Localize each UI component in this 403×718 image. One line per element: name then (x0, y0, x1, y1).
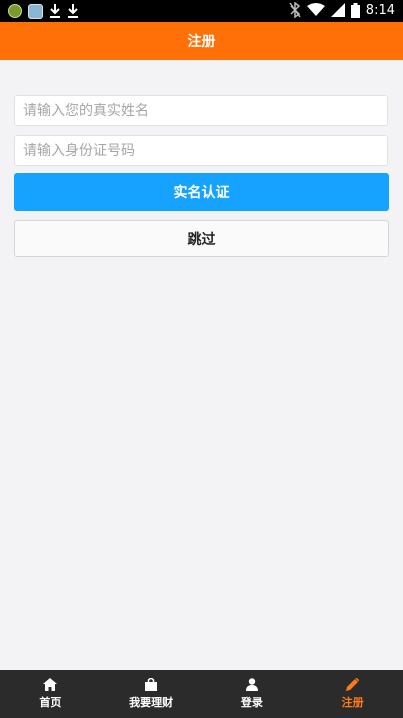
download-icon (67, 3, 79, 19)
tab-invest[interactable]: 我要理财 (101, 670, 202, 718)
tab-label: 我要理财 (129, 696, 174, 709)
header-bar: 注册 (0, 22, 403, 60)
id-number-input[interactable] (14, 135, 388, 166)
bluetooth-off-icon (289, 2, 301, 18)
image-icon (28, 3, 43, 19)
home-icon (43, 678, 58, 691)
wifi-icon (306, 3, 325, 17)
tab-login[interactable]: 登录 (202, 670, 303, 718)
status-time: 8:14 (365, 2, 395, 18)
pencil-icon (346, 678, 360, 691)
tab-label: 注册 (341, 696, 364, 709)
tab-label: 登录 (240, 696, 263, 709)
bag-icon (145, 678, 158, 691)
page-title: 注册 (187, 34, 216, 50)
tab-register[interactable]: 注册 (302, 670, 403, 718)
app-icon (8, 4, 22, 18)
battery-icon (350, 2, 360, 18)
download-icon (49, 3, 61, 19)
skip-button[interactable]: 跳过 (14, 220, 389, 257)
real-name-input[interactable] (14, 95, 388, 126)
tab-label: 首页 (39, 696, 62, 709)
verify-button[interactable]: 实名认证 (14, 173, 389, 211)
tab-home[interactable]: 首页 (0, 670, 101, 718)
bottom-tab-bar: 首页 我要理财 登录 注册 (0, 670, 403, 718)
status-bar: 8:14 (0, 0, 403, 22)
signal-icon (330, 3, 345, 17)
user-icon (245, 678, 258, 691)
